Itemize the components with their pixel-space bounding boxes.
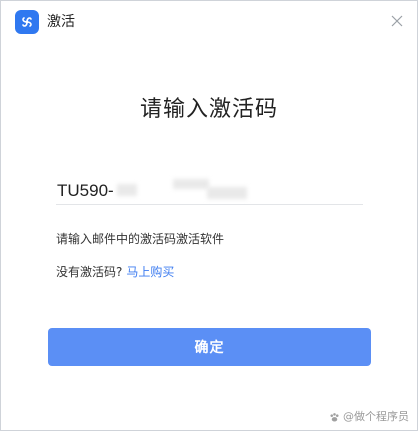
close-icon xyxy=(391,15,403,27)
window-title: 激活 xyxy=(47,14,75,30)
watermark-text: @做个程序员 xyxy=(343,410,409,423)
title-bar: 激活 xyxy=(1,1,417,43)
redacted-code-part xyxy=(207,187,247,199)
page-title: 请输入激活码 xyxy=(139,97,278,122)
buy-now-link[interactable]: 马上购买 xyxy=(126,265,174,279)
redacted-code-part xyxy=(117,184,137,196)
watermark: @做个程序员 xyxy=(329,410,409,424)
fan-logo-icon xyxy=(15,10,39,34)
paw-icon xyxy=(330,412,339,422)
activation-dialog: 激活 请输入激活码 请输入邮件中的激活码激活软件 没有激活码?马上购买 确定 @… xyxy=(0,0,418,431)
no-code-label: 没有激活码? xyxy=(56,265,123,279)
redacted-code-part xyxy=(173,179,209,189)
close-button[interactable] xyxy=(387,11,407,31)
no-code-row: 没有激活码? 马上购买 xyxy=(56,264,174,280)
instruction-text: 请输入邮件中的激活码激活软件 xyxy=(56,232,225,246)
confirm-button[interactable]: 确定 xyxy=(48,328,371,366)
